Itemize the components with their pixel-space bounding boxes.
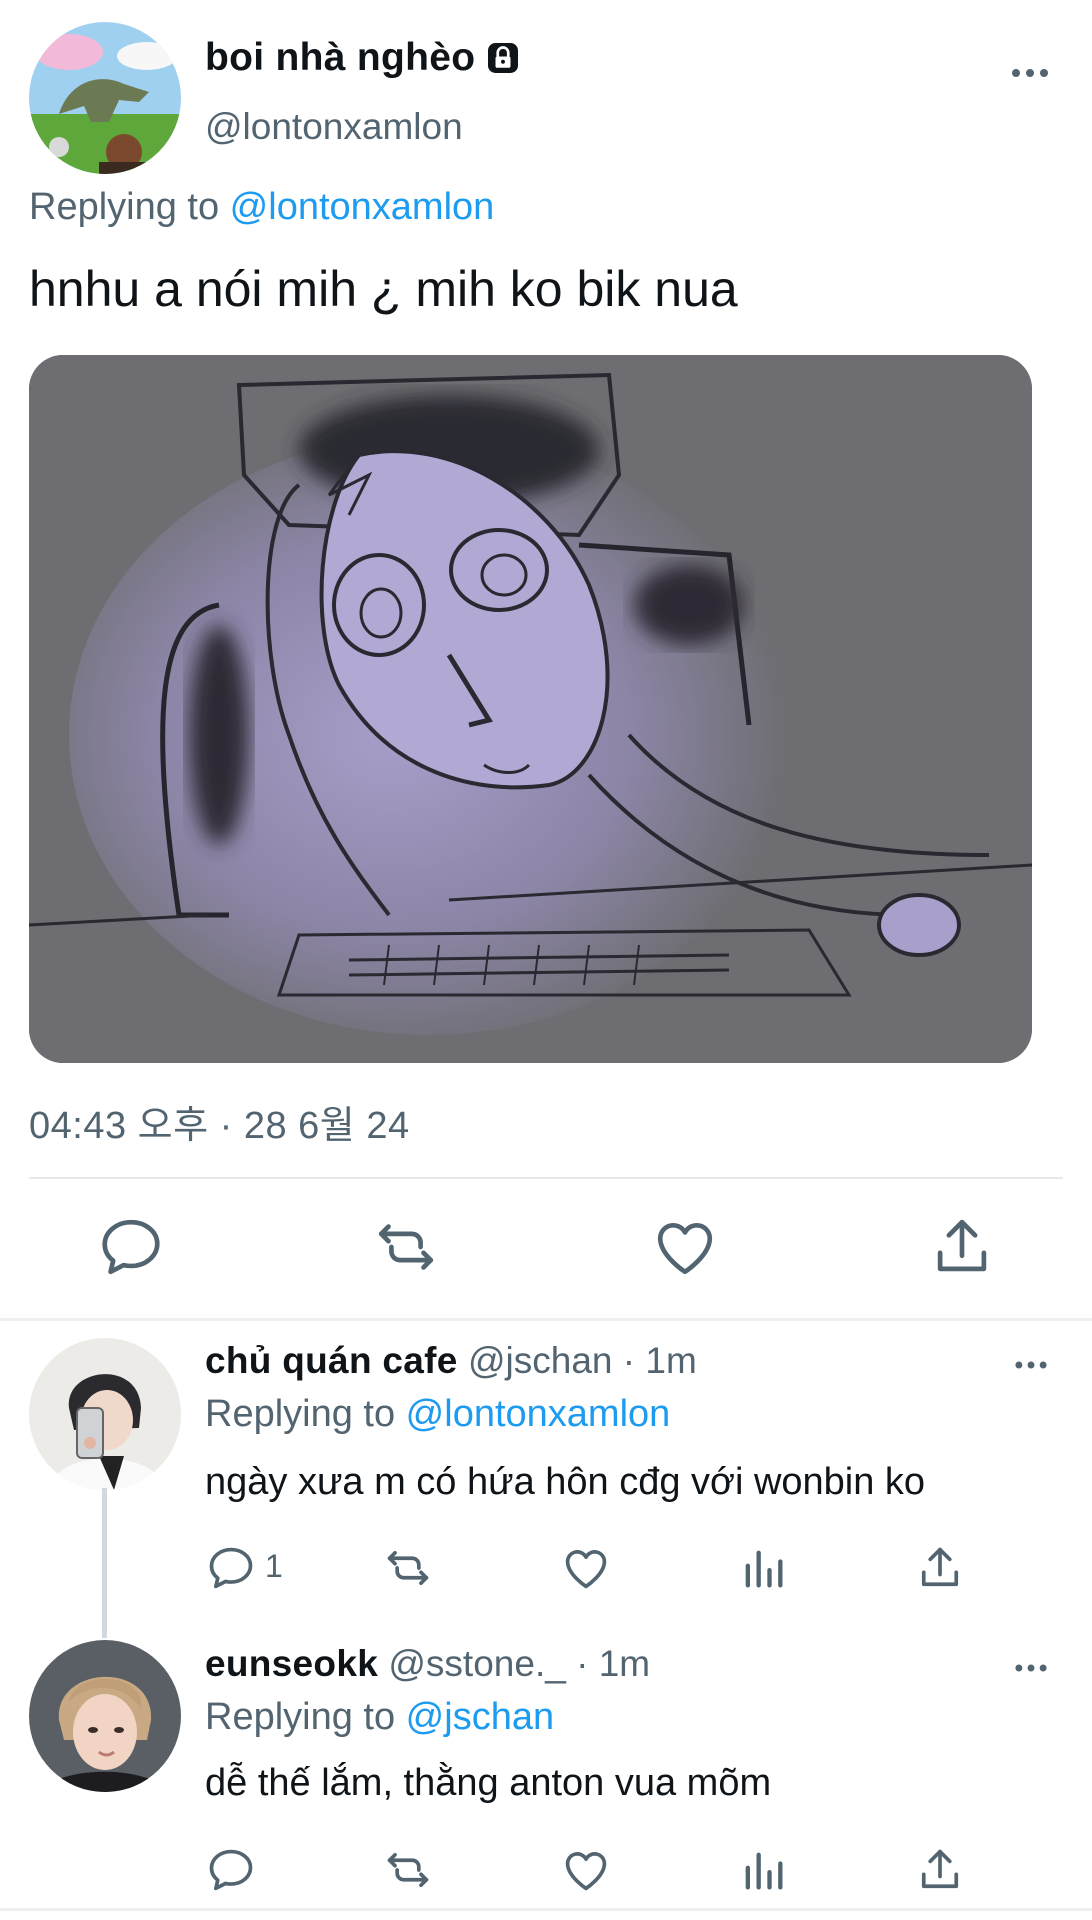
reply-icon[interactable] — [96, 1212, 166, 1282]
share-icon[interactable] — [927, 1212, 997, 1282]
analytics-icon[interactable] — [737, 1844, 789, 1896]
reply-handle[interactable]: @jschan — [468, 1340, 613, 1381]
replying-to-link[interactable]: @lontonxamlon — [230, 186, 495, 228]
tweet-image[interactable] — [29, 355, 1032, 1063]
reply-author-name[interactable]: chủ quán cafe — [205, 1340, 458, 1381]
like-icon[interactable] — [560, 1844, 612, 1896]
reply-avatar[interactable] — [29, 1338, 181, 1490]
replying-to-link[interactable]: @jschan — [406, 1696, 554, 1738]
reply-header: eunseokk @sstone._ · 1m — [205, 1643, 650, 1685]
reply-header: chủ quán cafe @jschan · 1m — [205, 1340, 697, 1382]
more-options-icon[interactable] — [1010, 58, 1050, 88]
divider — [29, 1177, 1063, 1179]
reply-handle[interactable]: @sstone._ — [388, 1643, 565, 1684]
reply-icon[interactable] — [205, 1542, 257, 1594]
reply-avatar[interactable] — [29, 1640, 181, 1792]
reply-time: · 1m — [565, 1643, 651, 1684]
share-icon[interactable] — [914, 1542, 966, 1594]
replying-to-link[interactable]: @lontonxamlon — [406, 1393, 671, 1435]
replying-prefix: Replying to — [205, 1696, 406, 1738]
tweet-text: hnhu a nói mih ¿ mih ko bik nua — [29, 261, 738, 317]
replying-prefix: Replying to — [29, 186, 230, 228]
reply-replying-to: Replying to @jschan — [205, 1696, 554, 1739]
section-divider — [0, 1318, 1092, 1321]
reply-text: ngày xưa m có hứa hôn cđg với wonbin ko — [205, 1461, 926, 1503]
replying-to-line: Replying to @lontonxamlon — [29, 186, 494, 229]
reply-count: 1 — [265, 1548, 283, 1584]
author-name-text: boi nhà nghèo — [205, 36, 476, 79]
retweet-icon[interactable] — [371, 1212, 441, 1282]
like-icon[interactable] — [650, 1212, 720, 1282]
author-avatar[interactable] — [29, 22, 181, 174]
retweet-icon[interactable] — [382, 1542, 434, 1594]
replying-prefix: Replying to — [205, 1393, 406, 1435]
tweet-timestamp: 04:43 오후 · 28 6월 24 — [29, 1105, 410, 1147]
author-name[interactable]: boi nhà nghèo — [205, 36, 521, 80]
more-options-icon[interactable] — [1012, 1352, 1050, 1378]
analytics-icon[interactable] — [737, 1542, 789, 1594]
thread-line — [102, 1488, 107, 1638]
reply-author-name[interactable]: eunseokk — [205, 1643, 378, 1684]
reply-text: dễ thế lắm, thằng anton vua mõm — [205, 1762, 772, 1804]
author-handle[interactable]: @lontonxamlon — [205, 106, 463, 148]
section-divider — [0, 1908, 1092, 1911]
lock-icon — [485, 40, 521, 76]
retweet-icon[interactable] — [382, 1844, 434, 1896]
reply-replying-to: Replying to @lontonxamlon — [205, 1393, 670, 1436]
share-icon[interactable] — [914, 1844, 966, 1896]
reply-time: · 1m — [612, 1340, 697, 1381]
reply-icon[interactable] — [205, 1844, 257, 1896]
like-icon[interactable] — [560, 1542, 612, 1594]
more-options-icon[interactable] — [1012, 1655, 1050, 1681]
